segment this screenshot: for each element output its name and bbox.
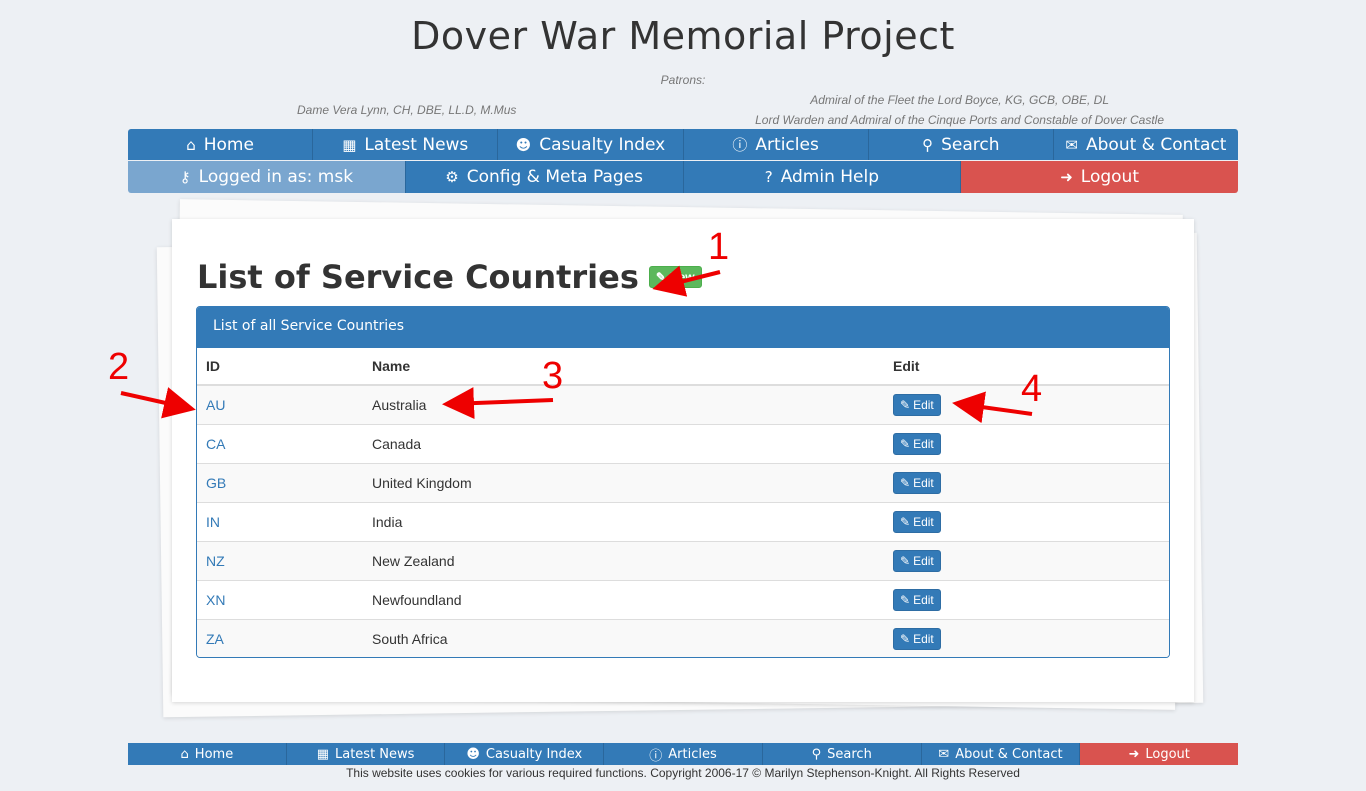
annotation-arrow-3 xyxy=(442,387,554,420)
info-icon: ⓘ xyxy=(649,748,663,764)
footer-nav-articles[interactable]: ⓘ Articles xyxy=(604,743,763,765)
footer-nav-home-label: Home xyxy=(194,746,234,762)
footer-nav-casualty-index[interactable]: ☻ Casualty Index xyxy=(445,743,605,765)
footer-nav-search-label: Search xyxy=(827,746,872,762)
search-icon: ⚲ xyxy=(811,746,822,762)
footer-nav-about-contact-label: About & Contact xyxy=(955,746,1063,762)
users-icon: ☻ xyxy=(466,746,480,762)
footer-nav-articles-label: Articles xyxy=(668,746,717,762)
annotation-arrows xyxy=(120,265,1033,424)
footer-nav-latest-news[interactable]: ▦ Latest News xyxy=(286,743,446,765)
copyright-notice: This website uses cookies for various re… xyxy=(346,766,1020,780)
footer-nav-logout-label: Logout xyxy=(1145,746,1190,762)
home-icon: ⌂ xyxy=(180,746,189,762)
annotation-arrow-2 xyxy=(120,387,196,419)
calendar-icon: ▦ xyxy=(316,746,329,762)
footer-nav-logout[interactable]: ➜ Logout xyxy=(1080,743,1239,765)
footer-nav: ⌂ Home ▦ Latest News ☻ Casualty Index ⓘ Arti… xyxy=(128,743,1239,765)
envelope-icon: ✉ xyxy=(938,746,950,762)
sign-out-icon: ➜ xyxy=(1128,746,1140,762)
annotation-arrow-1 xyxy=(652,265,721,297)
footer-nav-home[interactable]: ⌂ Home xyxy=(128,743,287,765)
footer-nav-about-contact[interactable]: ✉ About & Contact xyxy=(921,743,1081,765)
annotation-arrow-4 xyxy=(952,391,1033,424)
footer-nav-casualty-index-label: Casualty Index xyxy=(485,746,583,762)
footer-nav-latest-news-label: Latest News xyxy=(335,746,415,762)
footer-nav-search[interactable]: ⚲ Search xyxy=(762,743,922,765)
